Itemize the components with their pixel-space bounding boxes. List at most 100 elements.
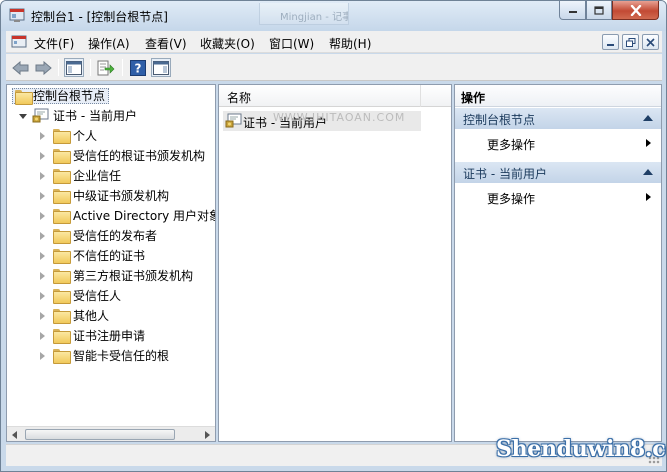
tree-item-intermediate-ca[interactable]: 中级证书颁发机构 bbox=[7, 187, 215, 205]
tree-item-other-people[interactable]: 其他人 bbox=[7, 307, 215, 325]
tree-item-untrusted-certificates[interactable]: 不信任的证书 bbox=[7, 247, 215, 265]
action-more-actions-2[interactable]: 更多操作 bbox=[455, 187, 661, 207]
certificate-snapin-icon bbox=[225, 113, 242, 128]
collapsed-arrow-icon[interactable] bbox=[40, 352, 45, 360]
collapse-arrow-icon[interactable] bbox=[643, 169, 653, 175]
svg-text:?: ? bbox=[135, 61, 142, 75]
tree-horizontal-scrollbar[interactable] bbox=[7, 426, 215, 441]
collapsed-arrow-icon[interactable] bbox=[40, 132, 45, 140]
folder-icon bbox=[53, 129, 71, 144]
menu-view[interactable]: 查看(V) bbox=[145, 35, 187, 52]
tree-item-label: 第三方根证书颁发机构 bbox=[73, 269, 194, 283]
tree-item-active-directory-user-object[interactable]: Active Directory 用户对象 bbox=[7, 207, 215, 225]
tree-item-trusted-people[interactable]: 受信任人 bbox=[7, 287, 215, 305]
folder-icon bbox=[53, 209, 71, 224]
submenu-arrow-icon bbox=[646, 193, 651, 201]
collapsed-arrow-icon[interactable] bbox=[40, 332, 45, 340]
expanded-arrow-icon[interactable] bbox=[19, 114, 27, 119]
show-hide-action-pane-button[interactable] bbox=[151, 58, 171, 77]
folder-icon bbox=[53, 269, 71, 284]
scroll-left-button[interactable] bbox=[7, 427, 23, 442]
maximize-button[interactable] bbox=[586, 1, 612, 20]
menu-action[interactable]: 操作(A) bbox=[88, 35, 130, 52]
tree-item-label: 企业信任 bbox=[73, 169, 122, 183]
folder-icon bbox=[53, 349, 71, 364]
export-list-button[interactable] bbox=[96, 58, 116, 77]
tree-item-label: 不信任的证书 bbox=[73, 249, 146, 263]
title-bar[interactable]: 控制台1 - [控制台根节点] Mingjian - 记事本 bbox=[1, 1, 666, 31]
site-watermark-logo: Shenduwin8.com bbox=[496, 436, 666, 462]
child-close-button[interactable] bbox=[642, 34, 659, 50]
forward-button[interactable] bbox=[33, 58, 53, 77]
tree-pane[interactable]: 控制台根节点 证书 - 当前用户 个人 受信任的根证书颁发机构 企业信任 中级证… bbox=[6, 84, 216, 442]
column-header-name[interactable]: 名称 bbox=[219, 85, 421, 107]
scroll-thumb[interactable] bbox=[25, 429, 175, 440]
restore-icon bbox=[625, 37, 635, 47]
toolbar: ? bbox=[6, 54, 662, 81]
folder-icon bbox=[53, 169, 71, 184]
folder-icon bbox=[15, 90, 33, 105]
submenu-arrow-icon bbox=[646, 139, 651, 147]
action-section-console-root[interactable]: 控制台根节点 bbox=[455, 108, 661, 129]
collapsed-arrow-icon[interactable] bbox=[40, 252, 45, 260]
tree-item-certificates-current-user[interactable]: 证书 - 当前用户 bbox=[7, 107, 215, 125]
menu-window[interactable]: 窗口(W) bbox=[269, 35, 314, 52]
collapsed-arrow-icon[interactable] bbox=[40, 232, 45, 240]
tree-item-label: 中级证书颁发机构 bbox=[73, 189, 170, 203]
tree-item-smart-card-trusted-roots[interactable]: 智能卡受信任的根 bbox=[7, 347, 215, 365]
tree-item-third-party-root-ca[interactable]: 第三方根证书颁发机构 bbox=[7, 267, 215, 285]
help-icon: ? bbox=[130, 59, 146, 76]
folder-icon bbox=[53, 189, 71, 204]
minimize-button[interactable] bbox=[559, 1, 586, 20]
menu-file[interactable]: 文件(F) bbox=[34, 35, 74, 52]
action-more-actions-1[interactable]: 更多操作 bbox=[455, 133, 661, 153]
tree-item-certificate-enrollment-requests[interactable]: 证书注册申请 bbox=[7, 327, 215, 345]
background-window-tab[interactable]: Mingjian - 记事本 bbox=[259, 3, 349, 25]
back-button[interactable] bbox=[11, 58, 31, 77]
collapsed-arrow-icon[interactable] bbox=[40, 212, 45, 220]
menu-favorites[interactable]: 收藏夹(O) bbox=[200, 35, 255, 52]
collapse-arrow-icon[interactable] bbox=[643, 115, 653, 121]
menu-help[interactable]: 帮助(H) bbox=[329, 35, 371, 52]
maximize-icon bbox=[594, 5, 604, 15]
tree-root-node[interactable]: 控制台根节点 bbox=[12, 88, 110, 105]
close-button[interactable] bbox=[612, 1, 659, 20]
list-pane[interactable]: 名称 证书 - 当前用户 bbox=[218, 84, 452, 442]
folder-icon bbox=[53, 329, 71, 344]
toolbar-separator bbox=[122, 59, 123, 76]
folder-icon bbox=[53, 309, 71, 324]
console-doc-icon[interactable] bbox=[11, 35, 27, 49]
collapsed-arrow-icon[interactable] bbox=[40, 172, 45, 180]
minimize-icon bbox=[568, 11, 577, 13]
window-title: 控制台1 - [控制台根节点] bbox=[31, 10, 168, 24]
child-minimize-button[interactable] bbox=[602, 34, 619, 50]
tree-item-label: 智能卡受信任的根 bbox=[73, 349, 170, 363]
collapsed-arrow-icon[interactable] bbox=[40, 192, 45, 200]
folder-icon bbox=[53, 249, 71, 264]
action-item-label: 更多操作 bbox=[487, 138, 536, 152]
tree-item-trusted-publishers[interactable]: 受信任的发布者 bbox=[7, 227, 215, 245]
tree-item-label: 证书 - 当前用户 bbox=[53, 109, 137, 123]
folder-icon bbox=[53, 149, 71, 164]
scroll-right-button[interactable] bbox=[199, 427, 215, 442]
collapsed-arrow-icon[interactable] bbox=[40, 152, 45, 160]
action-section-certificates-current-user[interactable]: 证书 - 当前用户 bbox=[455, 162, 661, 183]
back-arrow-icon bbox=[12, 60, 29, 75]
help-button[interactable]: ? bbox=[128, 58, 148, 77]
minimize-icon bbox=[607, 43, 614, 46]
collapsed-arrow-icon[interactable] bbox=[40, 292, 45, 300]
tree-item-personal[interactable]: 个人 bbox=[7, 127, 215, 145]
collapsed-arrow-icon[interactable] bbox=[40, 272, 45, 280]
tree-item-label: 证书注册申请 bbox=[73, 329, 146, 343]
show-hide-tree-button[interactable] bbox=[64, 58, 84, 77]
folder-icon bbox=[53, 289, 71, 304]
tree-item-trusted-root-ca[interactable]: 受信任的根证书颁发机构 bbox=[7, 147, 215, 165]
action-section-label: 控制台根节点 bbox=[463, 113, 536, 127]
tree-item-enterprise-trust[interactable]: 企业信任 bbox=[7, 167, 215, 185]
faint-watermark-text: WWW.JHITAOAN.COM bbox=[273, 111, 406, 124]
collapsed-arrow-icon[interactable] bbox=[40, 312, 45, 320]
column-header-empty[interactable] bbox=[421, 85, 451, 107]
scroll-left-arrow-icon bbox=[12, 430, 17, 439]
close-icon bbox=[630, 4, 641, 16]
child-restore-button[interactable] bbox=[622, 34, 639, 50]
